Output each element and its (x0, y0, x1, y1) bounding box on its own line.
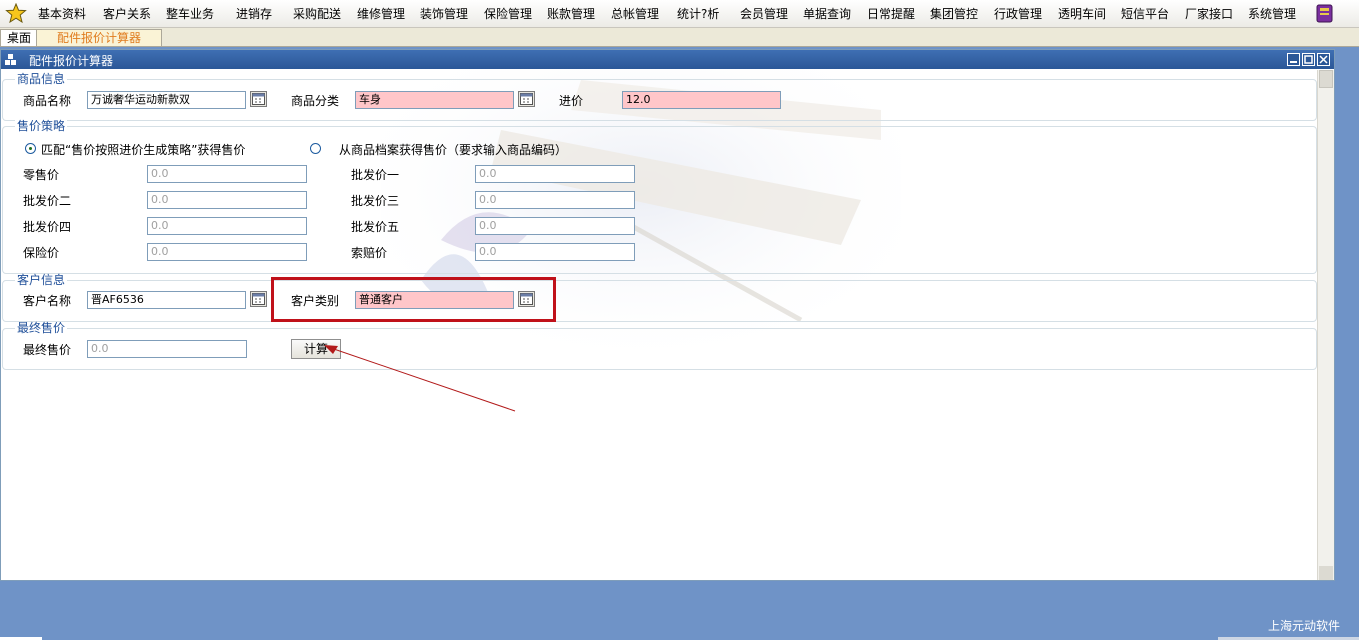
strategy-option1-radio[interactable] (25, 143, 36, 154)
menu-insurance[interactable]: 保险管理 (484, 5, 532, 22)
tab-bar: 桌面 配件报价计算器 (0, 28, 1359, 47)
wholesale2-label: 批发价二 (23, 194, 72, 208)
menu-statistics[interactable]: 统计?析 (677, 5, 719, 22)
wholesale1-field[interactable]: 0.0 (475, 165, 635, 183)
vertical-scrollbar[interactable] (1317, 70, 1334, 580)
menu-vendor[interactable]: 厂家接口 (1185, 5, 1233, 22)
final-price-field[interactable]: 0.0 (87, 340, 247, 358)
claim-price-label: 索赔价 (351, 246, 388, 260)
retail-price-field[interactable]: 0.0 (147, 165, 307, 183)
final-price-label: 最终售价 (23, 343, 72, 357)
annotation-highlight-box (271, 277, 556, 322)
scrollbar-thumb[interactable] (1319, 70, 1333, 88)
insurance-price-label: 保险价 (23, 246, 60, 260)
menu-sms[interactable]: 短信平台 (1121, 5, 1169, 22)
calendar-icon (252, 93, 265, 105)
wholesale3-field[interactable]: 0.0 (475, 191, 635, 209)
close-button[interactable] (1317, 53, 1330, 66)
wholesale5-label: 批发价五 (351, 220, 400, 234)
window-icon (5, 54, 16, 65)
scroll-down-button[interactable] (1319, 566, 1333, 580)
menu-bar: 基本资料 客户关系 整车业务 进销存 采购配送 维修管理 装饰管理 保险管理 账… (0, 0, 1359, 28)
menu-admin[interactable]: 行政管理 (994, 5, 1042, 22)
claim-price-field[interactable]: 0.0 (475, 243, 635, 261)
category-field[interactable]: 车身 (355, 91, 514, 109)
category-label: 商品分类 (291, 94, 340, 108)
product-name-label: 商品名称 (23, 94, 72, 108)
wholesale3-label: 批发价三 (351, 194, 400, 208)
window-title: 配件报价计算器 (29, 54, 114, 68)
calendar-icon (252, 293, 265, 305)
menu-purchase[interactable]: 采购配送 (293, 5, 341, 22)
strategy-option2-radio[interactable] (310, 143, 321, 154)
product-name-lookup-button[interactable] (250, 91, 267, 107)
window-content: 商品信息 商品名称 万诚奢华运动新款双 商品分类 车身 进价 12.0 售价策略… (1, 70, 1317, 580)
strategy-option1-label[interactable]: 匹配“售价按照进价生成策略”获得售价 (41, 141, 245, 158)
maximize-button[interactable] (1302, 53, 1315, 66)
close-icon (1319, 55, 1328, 64)
cost-price-label: 进价 (559, 94, 584, 108)
menu-decoration[interactable]: 装饰管理 (420, 5, 468, 22)
book-icon[interactable] (1314, 2, 1336, 24)
customer-info-legend: 客户信息 (15, 273, 68, 287)
product-name-field[interactable]: 万诚奢华运动新款双 (87, 91, 246, 109)
wholesale4-field[interactable]: 0.0 (147, 217, 307, 235)
minimize-button[interactable] (1287, 53, 1300, 66)
star-icon[interactable] (5, 3, 27, 23)
menu-repair[interactable]: 维修管理 (357, 5, 405, 22)
customer-name-label: 客户名称 (23, 294, 72, 308)
menu-inventory[interactable]: 进销存 (236, 5, 272, 22)
cost-price-field[interactable]: 12.0 (622, 91, 781, 109)
menu-system[interactable]: 系统管理 (1248, 5, 1296, 22)
calendar-icon (520, 93, 533, 105)
menu-crm[interactable]: 客户关系 (103, 5, 151, 22)
insurance-price-field[interactable]: 0.0 (147, 243, 307, 261)
window-titlebar: 配件报价计算器 (1, 50, 1334, 69)
wholesale1-label: 批发价一 (351, 168, 400, 182)
customer-name-lookup-button[interactable] (250, 291, 267, 307)
wholesale2-field[interactable]: 0.0 (147, 191, 307, 209)
menu-reminders[interactable]: 日常提醒 (867, 5, 915, 22)
menu-documents[interactable]: 单据查询 (803, 5, 851, 22)
product-info-legend: 商品信息 (15, 72, 68, 86)
minimize-icon (1290, 61, 1297, 63)
category-lookup-button[interactable] (518, 91, 535, 107)
tab-desktop[interactable]: 桌面 (0, 29, 39, 46)
menu-vehicle[interactable]: 整车业务 (166, 5, 214, 22)
strategy-option2-label[interactable]: 从商品档案获得售价（要求输入商品编码） (339, 141, 567, 158)
customer-name-field[interactable]: 晋AF6536 (87, 291, 246, 309)
price-calculator-window: 配件报价计算器 商品信息 商品名称 万诚奢华运动新款双 商品分类 车身 进价 1… (0, 49, 1335, 581)
wholesale4-label: 批发价四 (23, 220, 72, 234)
menu-ledger[interactable]: 总帐管理 (611, 5, 659, 22)
menu-accounts[interactable]: 账款管理 (547, 5, 595, 22)
final-price-legend: 最终售价 (15, 321, 68, 335)
menu-basic-data[interactable]: 基本资料 (38, 5, 86, 22)
menu-members[interactable]: 会员管理 (740, 5, 788, 22)
pricing-strategy-legend: 售价策略 (15, 119, 68, 133)
menu-workshop[interactable]: 透明车间 (1058, 5, 1106, 22)
maximize-icon (1304, 55, 1313, 64)
tab-price-calculator[interactable]: 配件报价计算器 (36, 29, 162, 46)
retail-price-label: 零售价 (23, 168, 60, 182)
wholesale5-field[interactable]: 0.0 (475, 217, 635, 235)
menu-group[interactable]: 集团管控 (930, 5, 978, 22)
annotation-arrow (324, 345, 516, 412)
footer-brand: 上海元动软件 (1268, 619, 1341, 633)
